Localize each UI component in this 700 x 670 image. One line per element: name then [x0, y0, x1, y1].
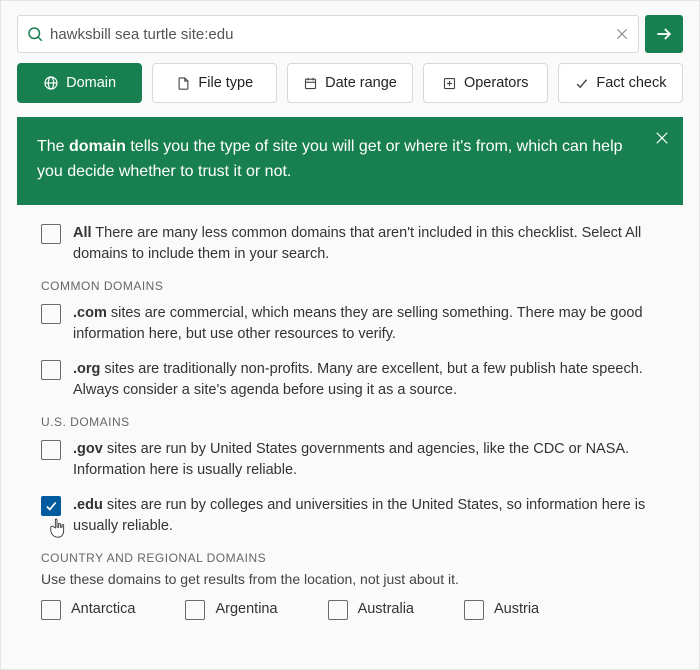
tab-label: Date range [325, 75, 397, 91]
checkbox-argentina[interactable] [185, 600, 205, 620]
clear-icon[interactable] [614, 26, 630, 42]
option-title: .com [73, 305, 107, 321]
section-country-domains: COUNTRY AND REGIONAL DOMAINS [41, 551, 659, 565]
tab-label: Fact check [596, 75, 666, 91]
option-text: .edu sites are run by colleges and unive… [73, 495, 659, 537]
option-title: .gov [73, 441, 103, 457]
option-text: .org sites are traditionally non-profits… [73, 359, 659, 401]
option-text: .gov sites are run by United States gove… [73, 439, 659, 481]
option-all: All There are many less common domains t… [41, 223, 659, 265]
section-us-domains: U.S. DOMAINS [41, 415, 659, 429]
option-austria: Austria [464, 599, 539, 620]
tab-operators[interactable]: Operators [423, 63, 548, 103]
page-root: Domain File type Date range Operators Fa… [0, 0, 700, 670]
option-title: .edu [73, 497, 103, 513]
arrow-right-icon [654, 24, 674, 44]
checkbox-antarctica[interactable] [41, 600, 61, 620]
checkbox-australia[interactable] [328, 600, 348, 620]
option-antarctica: Antarctica [41, 599, 135, 620]
country-label: Antarctica [71, 601, 135, 617]
search-row [17, 15, 683, 53]
option-desc: sites are traditionally non-profits. Man… [73, 361, 643, 398]
option-title: .org [73, 361, 100, 377]
option-title: All [73, 225, 92, 241]
option-desc: sites are run by colleges and universiti… [73, 497, 645, 534]
checkbox-edu[interactable] [41, 496, 61, 516]
country-label: Austria [494, 601, 539, 617]
filter-tabs: Domain File type Date range Operators Fa… [17, 63, 683, 103]
option-gov: .gov sites are run by United States gove… [41, 439, 659, 481]
country-row: Antarctica Argentina Australia Austria [41, 599, 659, 620]
option-australia: Australia [328, 599, 414, 620]
cursor-hand-icon [47, 517, 67, 539]
option-edu: .edu sites are run by colleges and unive… [41, 495, 659, 537]
option-desc: There are many less common domains that … [73, 225, 641, 262]
tab-factcheck[interactable]: Fact check [558, 63, 683, 103]
search-input[interactable] [44, 25, 614, 44]
plus-square-icon [442, 76, 457, 91]
calendar-icon [303, 76, 318, 91]
tab-daterange[interactable]: Date range [287, 63, 412, 103]
check-icon [574, 76, 589, 91]
checkbox-austria[interactable] [464, 600, 484, 620]
options-content: All There are many less common domains t… [17, 223, 683, 620]
option-desc: sites are run by United States governmen… [73, 441, 629, 478]
banner-text-prefix: The [37, 138, 69, 155]
country-label: Australia [358, 601, 414, 617]
checkbox-org[interactable] [41, 360, 61, 380]
tab-label: Domain [66, 75, 116, 91]
file-icon [176, 76, 191, 91]
option-desc: sites are commercial, which means they a… [73, 305, 643, 342]
search-box[interactable] [17, 15, 639, 53]
tab-label: File type [198, 75, 253, 91]
close-icon [653, 129, 671, 147]
option-argentina: Argentina [185, 599, 277, 620]
info-banner: The domain tells you the type of site yo… [17, 117, 683, 205]
globe-icon [43, 75, 59, 91]
option-text: .com sites are commercial, which means t… [73, 303, 659, 345]
checkbox-all[interactable] [41, 224, 61, 244]
search-icon [26, 25, 44, 43]
country-label: Argentina [215, 601, 277, 617]
tab-domain[interactable]: Domain [17, 63, 142, 103]
option-text: All There are many less common domains t… [73, 223, 659, 265]
banner-close-button[interactable] [653, 129, 671, 156]
banner-text-bold: domain [69, 138, 126, 155]
option-com: .com sites are commercial, which means t… [41, 303, 659, 345]
section-country-sub: Use these domains to get results from th… [41, 571, 659, 587]
section-common-domains: COMMON DOMAINS [41, 279, 659, 293]
search-submit-button[interactable] [645, 15, 683, 53]
tab-filetype[interactable]: File type [152, 63, 277, 103]
checkbox-com[interactable] [41, 304, 61, 324]
option-org: .org sites are traditionally non-profits… [41, 359, 659, 401]
checkbox-gov[interactable] [41, 440, 61, 460]
tab-label: Operators [464, 75, 528, 91]
